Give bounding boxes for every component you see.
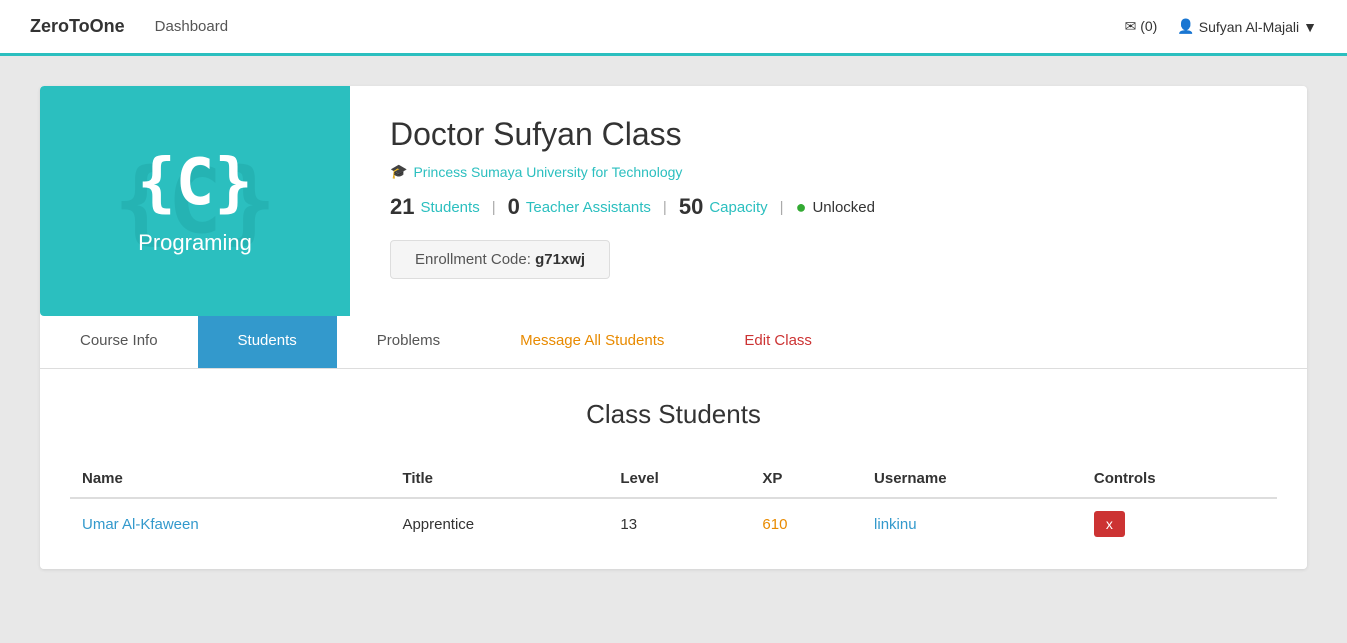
tab-message-all-students[interactable]: Message All Students: [480, 316, 704, 368]
col-xp: XP: [750, 460, 862, 498]
table-body: Umar Al-Kfaween Apprentice 13 610 linkin…: [70, 498, 1277, 549]
course-university: 🎓 Princess Sumaya University for Technol…: [390, 163, 1267, 180]
students-table: Name Title Level XP Username Controls Um…: [70, 460, 1277, 549]
tab-course-info[interactable]: Course Info: [40, 316, 198, 368]
student-level: 13: [608, 498, 750, 549]
course-card-wrapper: {C} {C} Programing Doctor Sufyan Class 🎓…: [40, 86, 1307, 569]
main-content: {C} {C} Programing Doctor Sufyan Class 🎓…: [0, 56, 1347, 599]
course-code-icon: {C}: [137, 146, 253, 220]
student-name-link[interactable]: Umar Al-Kfaween: [82, 516, 199, 533]
student-username: linkinu: [862, 498, 1082, 549]
table-header: Name Title Level XP Username Controls: [70, 460, 1277, 498]
enrollment-code: g71xwj: [535, 251, 585, 268]
navbar-user-menu[interactable]: 👤 Sufyan Al-Majali ▼: [1177, 18, 1317, 35]
students-label: Students: [420, 199, 479, 216]
remove-student-button[interactable]: x: [1094, 511, 1125, 537]
col-controls: Controls: [1082, 460, 1277, 498]
col-name: Name: [70, 460, 390, 498]
table-row: Umar Al-Kfaween Apprentice 13 610 linkin…: [70, 498, 1277, 549]
students-panel: Class Students Name Title Level XP Usern…: [40, 369, 1307, 569]
ta-count: 0: [508, 194, 520, 220]
col-title: Title: [390, 460, 608, 498]
col-level: Level: [608, 460, 750, 498]
student-xp-value: 610: [762, 516, 787, 533]
tabs-bar: Course Info Students Problems Message Al…: [40, 316, 1307, 369]
navbar-dashboard-link[interactable]: Dashboard: [155, 18, 228, 35]
status-badge: Unlocked: [812, 199, 875, 216]
course-card: {C} {C} Programing Doctor Sufyan Class 🎓…: [40, 86, 1307, 316]
tab-students[interactable]: Students: [198, 316, 337, 368]
col-username: Username: [862, 460, 1082, 498]
student-xp: 610: [750, 498, 862, 549]
chevron-down-icon: ▼: [1303, 19, 1317, 35]
student-name: Umar Al-Kfaween: [70, 498, 390, 549]
tab-problems[interactable]: Problems: [337, 316, 480, 368]
mail-icon: ✉: [1125, 18, 1137, 34]
enrollment-prefix: Enrollment Code:: [415, 251, 531, 268]
students-section-title: Class Students: [70, 399, 1277, 430]
navbar-brand[interactable]: ZeroToOne: [30, 16, 125, 37]
navbar-left: ZeroToOne Dashboard: [30, 16, 228, 37]
navbar-notifications[interactable]: ✉ (0): [1125, 18, 1158, 35]
student-username-link[interactable]: linkinu: [874, 516, 917, 533]
status-dot-icon: ●: [796, 197, 807, 218]
table-header-row: Name Title Level XP Username Controls: [70, 460, 1277, 498]
ta-label: Teacher Assistants: [526, 199, 651, 216]
navbar-right: ✉ (0) 👤 Sufyan Al-Majali ▼: [1125, 18, 1317, 35]
user-icon: 👤: [1177, 18, 1194, 35]
course-image: {C} {C} Programing: [40, 86, 350, 316]
tab-edit-class[interactable]: Edit Class: [704, 316, 852, 368]
capacity-label: Capacity: [709, 199, 767, 216]
graduation-icon: 🎓: [390, 163, 407, 180]
capacity-count: 50: [679, 194, 703, 220]
course-image-subtitle: Programing: [138, 230, 252, 256]
student-controls: x: [1082, 498, 1277, 549]
student-title: Apprentice: [390, 498, 608, 549]
navbar: ZeroToOne Dashboard ✉ (0) 👤 Sufyan Al-Ma…: [0, 0, 1347, 56]
students-count: 21: [390, 194, 414, 220]
course-name: Doctor Sufyan Class: [390, 116, 1267, 153]
course-stats: 21 Students | 0 Teacher Assistants | 50 …: [390, 194, 1267, 220]
course-info-section: Doctor Sufyan Class 🎓 Princess Sumaya Un…: [350, 86, 1307, 316]
enrollment-code-box: Enrollment Code: g71xwj: [390, 240, 610, 279]
